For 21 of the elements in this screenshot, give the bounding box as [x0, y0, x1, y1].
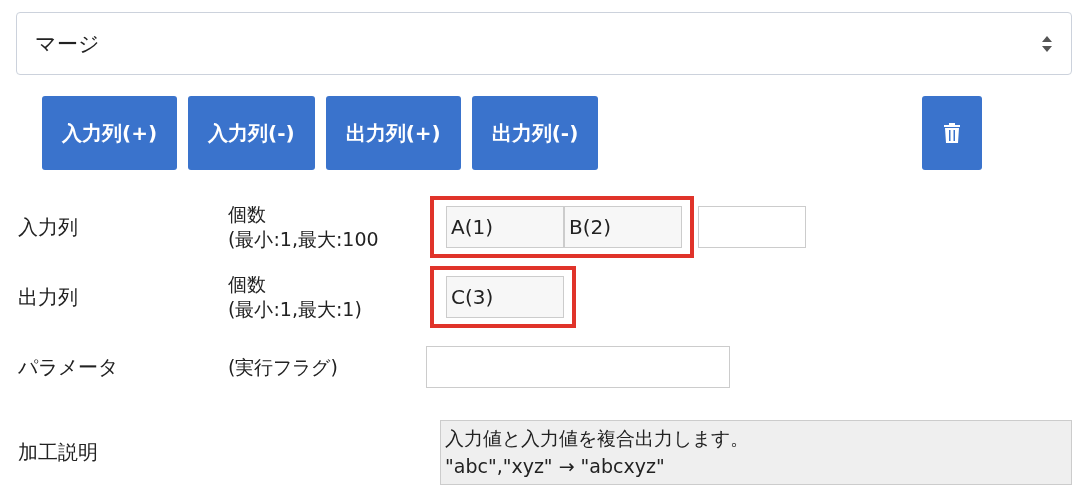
row-label: 出力列: [17, 283, 79, 311]
delete-button[interactable]: [922, 96, 982, 170]
row-hint: 個数 (最小:1,最大:1): [228, 272, 363, 322]
column-button[interactable]: 出力列(+): [325, 96, 461, 170]
row-hint: 個数 (最小:1,最大:100: [228, 202, 380, 252]
column-button[interactable]: 出力列(-): [471, 96, 599, 170]
trash-icon: [943, 122, 961, 144]
row-label: パラメータ: [17, 353, 119, 381]
input-field[interactable]: B(2): [564, 206, 682, 248]
row-label: 加工説明: [17, 439, 99, 467]
column-button[interactable]: 入力列(-): [188, 96, 315, 170]
description-box: 入力値と入力値を複合出力します。 "abc","xyz" → "abcxyz": [440, 420, 1072, 486]
input-field[interactable]: [698, 206, 806, 248]
select-field[interactable]: マージ: [16, 12, 1072, 75]
input-field[interactable]: C(3): [446, 276, 564, 318]
row-hint: (実行フラグ): [228, 354, 339, 380]
column-button[interactable]: 入力列(+): [42, 96, 178, 170]
sort-icon: [1041, 34, 1053, 53]
input-field[interactable]: A(1): [446, 206, 564, 248]
row-label: 入力列: [17, 213, 79, 241]
input-field[interactable]: [426, 346, 730, 388]
